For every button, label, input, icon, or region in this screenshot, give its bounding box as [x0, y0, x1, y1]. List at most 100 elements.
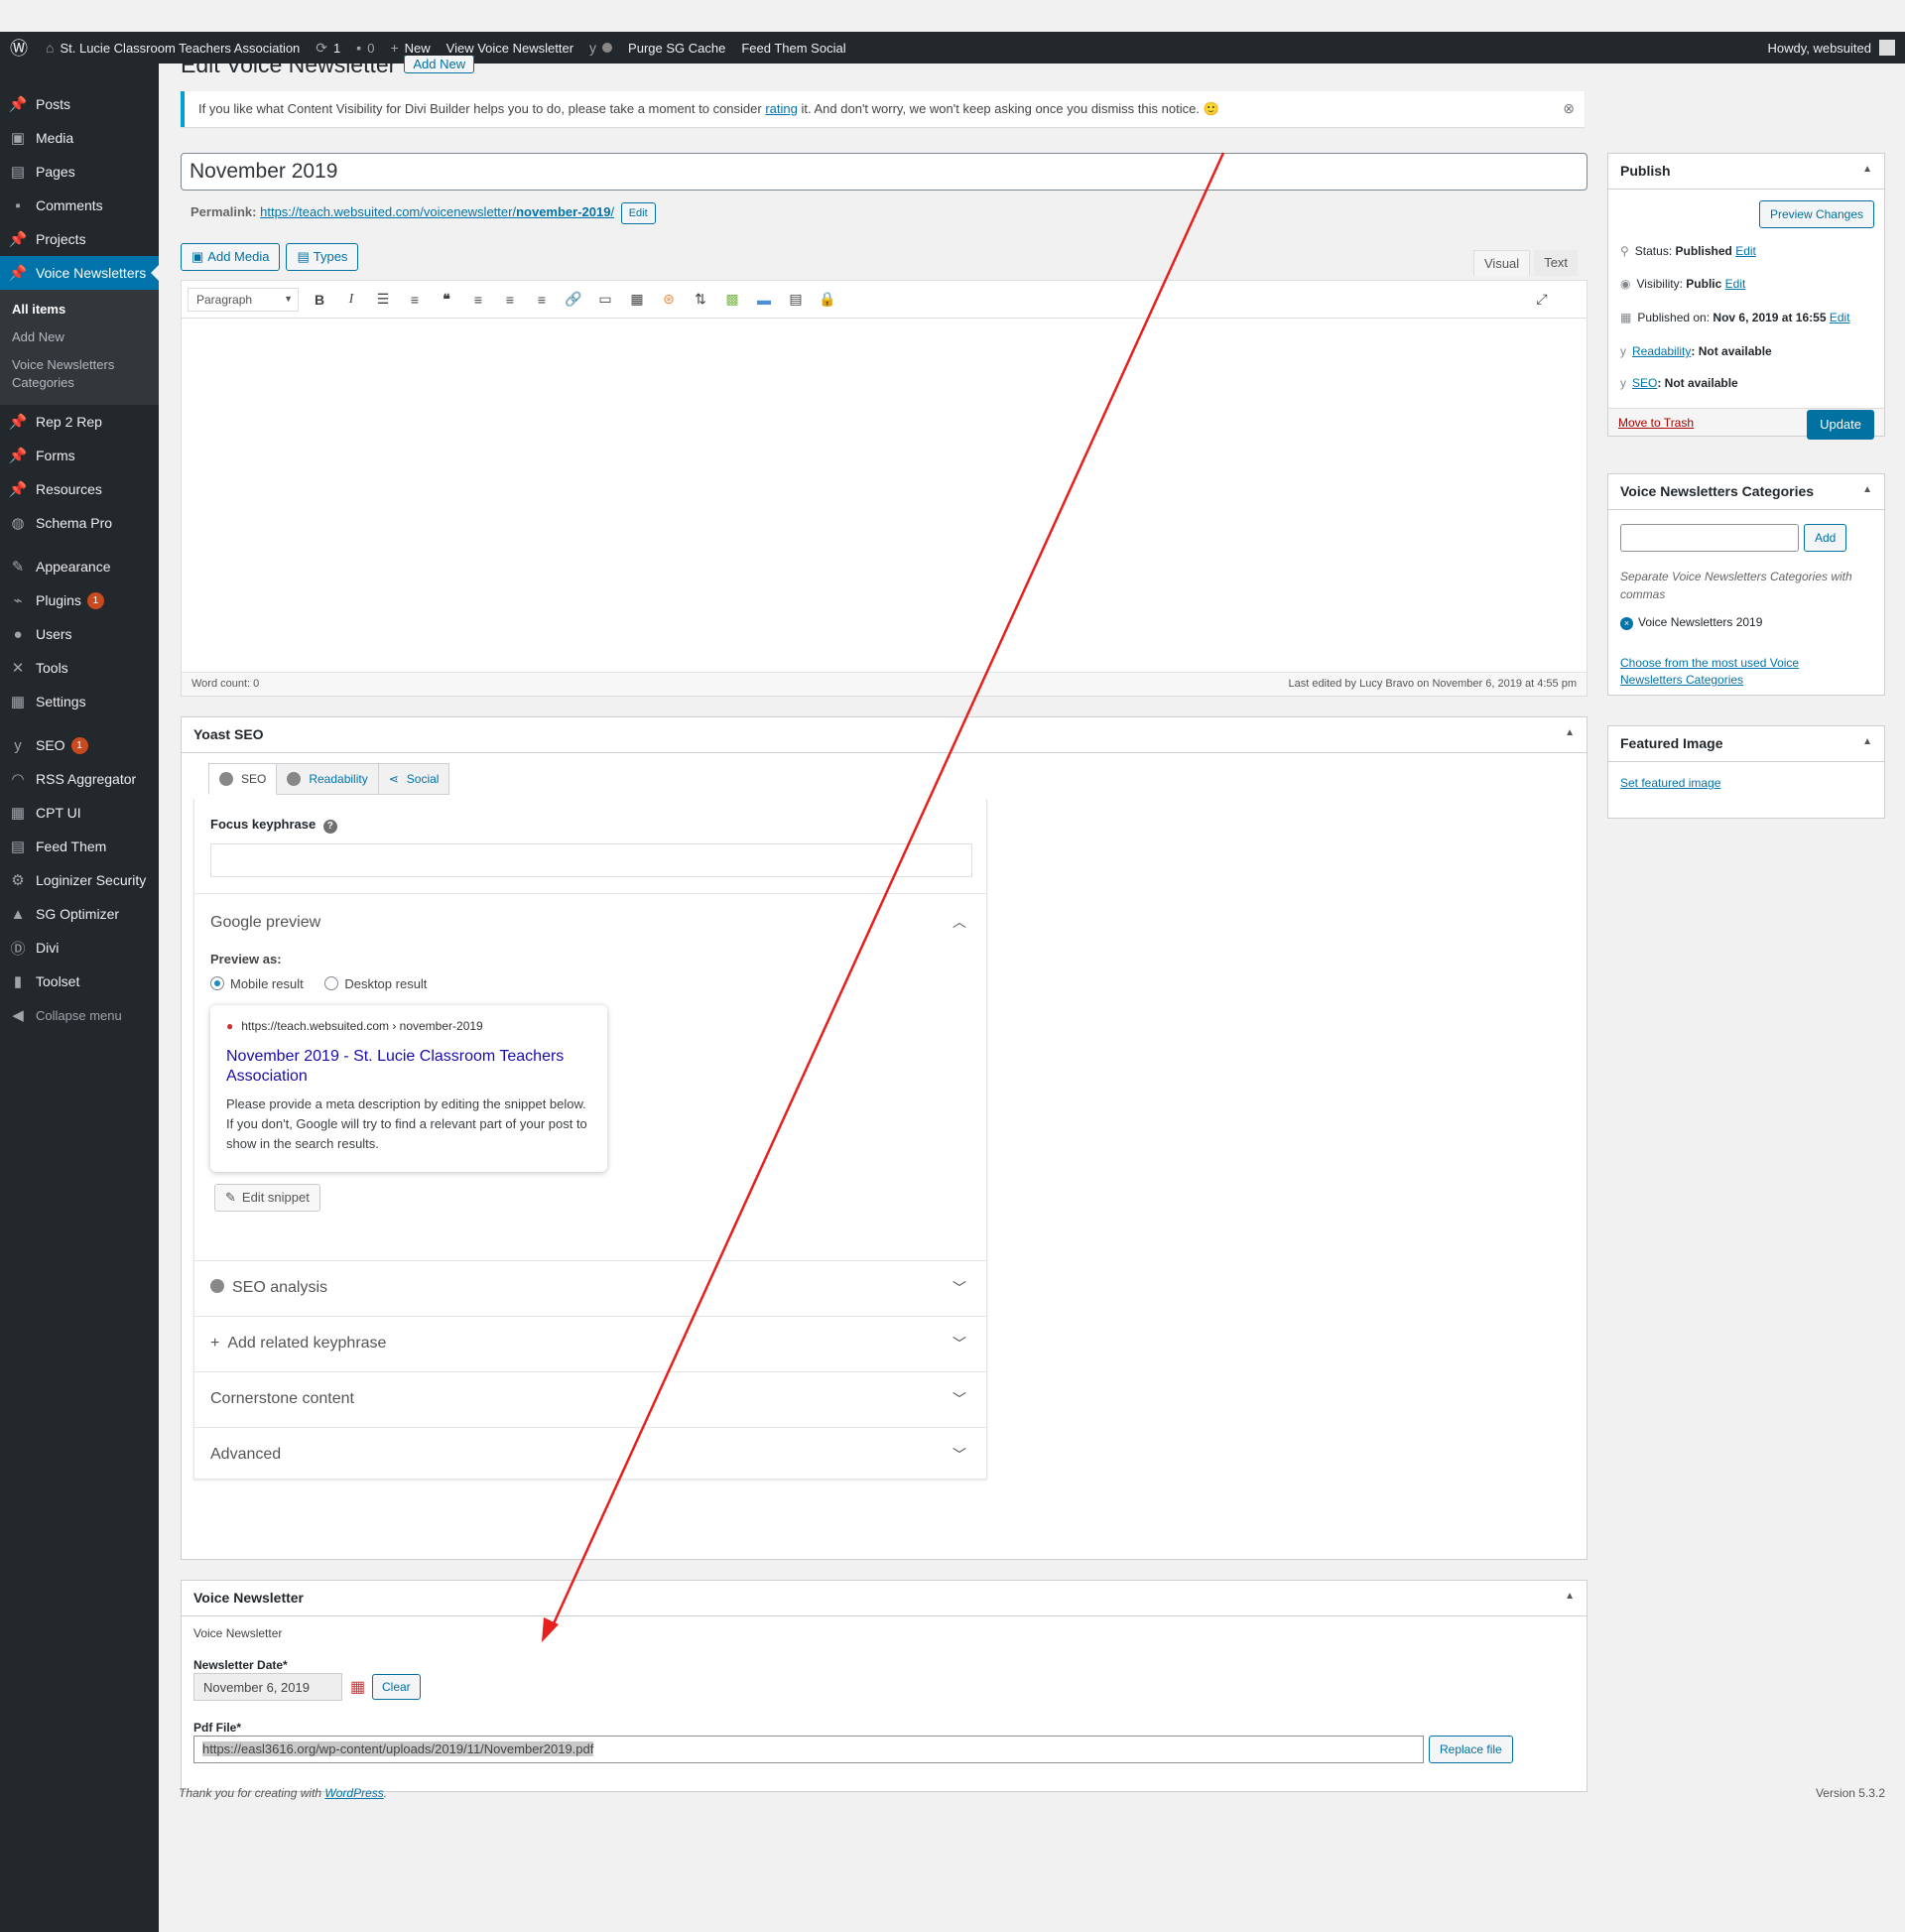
- tab-seo[interactable]: SEO: [208, 763, 278, 795]
- remove-tag-icon[interactable]: ×: [1620, 617, 1633, 630]
- set-featured-image-link[interactable]: Set featured image: [1620, 776, 1720, 790]
- publish-header[interactable]: Publish ▲: [1608, 154, 1884, 190]
- help-icon[interactable]: ?: [322, 820, 337, 834]
- update-button[interactable]: Update: [1807, 410, 1874, 440]
- sidebar-item-appearance[interactable]: ✎ Appearance: [0, 550, 159, 583]
- post-title-input[interactable]: November 2019: [181, 153, 1588, 191]
- date-input[interactable]: November 6, 2019: [193, 1673, 342, 1701]
- choose-most-used-link[interactable]: Choose from the most used Voice Newslett…: [1620, 655, 1858, 689]
- sidebar-item-posts[interactable]: 📌 Posts: [0, 87, 159, 121]
- sidebar-item-comments[interactable]: ▪ Comments: [0, 189, 159, 222]
- categories-header[interactable]: Voice Newsletters Categories ▲: [1608, 474, 1884, 510]
- rating-link[interactable]: rating: [765, 101, 798, 116]
- google-preview-header[interactable]: Google preview ︿: [194, 894, 986, 952]
- snippet-title[interactable]: November 2019 - St. Lucie Classroom Teac…: [226, 1047, 591, 1087]
- fullscreen-icon[interactable]: ⤢: [1533, 291, 1551, 308]
- dismiss-icon[interactable]: ⊗: [1563, 100, 1575, 117]
- link-icon[interactable]: 🔗: [565, 291, 582, 308]
- cornerstone-section[interactable]: Cornerstone content ﹀: [194, 1371, 986, 1427]
- featured-image-header[interactable]: Featured Image ▲: [1608, 726, 1884, 762]
- blockquote-icon[interactable]: ❝: [438, 291, 455, 308]
- status-edit-link[interactable]: Edit: [1735, 244, 1756, 258]
- lock-icon[interactable]: 🔒: [819, 291, 836, 308]
- divi-icon[interactable]: ⊛: [660, 291, 678, 308]
- sidebar-item-schema-pro[interactable]: ◍ Schema Pro: [0, 506, 159, 540]
- tab-social[interactable]: ⋖ Social: [378, 763, 450, 795]
- wordpress-logo-icon[interactable]: Ⓦ: [0, 32, 38, 64]
- sidebar-item-rep-2-rep[interactable]: 📌 Rep 2 Rep: [0, 405, 159, 439]
- sidebar-item-sg-optimizer[interactable]: ▲ SG Optimizer: [0, 897, 159, 931]
- sidebar-item-projects[interactable]: 📌 Projects: [0, 222, 159, 256]
- table-icon[interactable]: ▤: [787, 291, 805, 308]
- align-right-icon[interactable]: ≡: [533, 292, 551, 308]
- toolbar-toggle-icon[interactable]: ▦: [628, 291, 646, 308]
- focus-keyphrase-input[interactable]: [210, 843, 972, 877]
- readability-link[interactable]: Readability: [1632, 344, 1691, 358]
- move-to-trash-link[interactable]: Move to Trash: [1618, 416, 1694, 430]
- category-input[interactable]: [1620, 524, 1799, 552]
- add-category-button[interactable]: Add: [1804, 524, 1847, 552]
- submenu-add-new[interactable]: Add New: [0, 323, 159, 351]
- grid-color-icon[interactable]: ▩: [723, 291, 741, 308]
- sidebar-item-divi[interactable]: Ⓓ Divi: [0, 931, 159, 965]
- sidebar-item-seo[interactable]: y SEO 1: [0, 728, 159, 762]
- desktop-result-radio[interactable]: Desktop result: [324, 976, 427, 991]
- shortcode-icon[interactable]: ⇅: [692, 291, 709, 308]
- sidebar-item-rss-aggregator[interactable]: ◠ RSS Aggregator: [0, 762, 159, 796]
- sidebar-item-users[interactable]: ● Users: [0, 617, 159, 651]
- sidebar-item-resources[interactable]: 📌 Resources: [0, 472, 159, 506]
- bullet-list-icon[interactable]: ☰: [374, 291, 392, 308]
- advanced-section[interactable]: Advanced ﹀: [194, 1427, 986, 1482]
- sidebar-item-tools[interactable]: ✕ Tools: [0, 651, 159, 685]
- sidebar-item-pages[interactable]: ▤ Pages: [0, 155, 159, 189]
- sidebar-item-loginizer-security[interactable]: ⚙ Loginizer Security: [0, 863, 159, 897]
- sidebar-item-toolset[interactable]: ▮ Toolset: [0, 965, 159, 998]
- tab-text[interactable]: Text: [1534, 250, 1579, 276]
- edit-snippet-button[interactable]: ✎ Edit snippet: [214, 1184, 320, 1212]
- collapse-toggle-icon[interactable]: ▲: [1565, 727, 1575, 738]
- types-button[interactable]: ▤ Types: [286, 243, 359, 271]
- visibility-edit-link[interactable]: Edit: [1725, 277, 1746, 291]
- submenu-all-items[interactable]: All items: [0, 296, 159, 323]
- collapse-toggle-icon[interactable]: ▲: [1862, 484, 1872, 495]
- pdf-file-input[interactable]: https://easl3616.org/wp-content/uploads/…: [193, 1736, 1424, 1763]
- italic-icon[interactable]: I: [342, 292, 360, 308]
- calendar-icon[interactable]: ▦: [350, 1677, 365, 1697]
- permalink-edit-button[interactable]: Edit: [620, 202, 656, 224]
- tab-readability[interactable]: Readability: [277, 763, 379, 795]
- collapse-toggle-icon[interactable]: ▲: [1565, 1591, 1575, 1602]
- sidebar-item-feed-them[interactable]: ▤ Feed Them: [0, 830, 159, 863]
- purge-cache-link[interactable]: Purge SG Cache: [620, 32, 733, 64]
- replace-file-button[interactable]: Replace file: [1429, 1736, 1513, 1763]
- sidebar-item-media[interactable]: ▣ Media: [0, 121, 159, 155]
- sidebar-item-voice-newsletters[interactable]: 📌 Voice Newsletters: [0, 256, 159, 290]
- submenu-categories[interactable]: Voice Newsletters Categories: [0, 351, 159, 397]
- mobile-result-radio[interactable]: Mobile result: [210, 976, 304, 991]
- related-keyphrase-section[interactable]: + Add related keyphrase ﹀: [194, 1316, 986, 1371]
- sidebar-item-plugins[interactable]: ⌁ Plugins 1: [0, 583, 159, 617]
- permalink-link[interactable]: https://teach.websuited.com/voicenewslet…: [260, 204, 614, 219]
- preview-changes-button[interactable]: Preview Changes: [1758, 200, 1874, 228]
- tab-visual[interactable]: Visual: [1473, 250, 1531, 276]
- collapse-toggle-icon[interactable]: ▲: [1862, 164, 1872, 175]
- numbered-list-icon[interactable]: ≡: [406, 292, 424, 308]
- feed-them-link[interactable]: Feed Them Social: [733, 32, 853, 64]
- align-center-icon[interactable]: ≡: [501, 292, 519, 308]
- yoast-bar-icon[interactable]: y: [581, 32, 620, 64]
- sidebar-item-forms[interactable]: 📌 Forms: [0, 439, 159, 472]
- yoast-header[interactable]: Yoast SEO ▲: [182, 717, 1587, 753]
- date-edit-link[interactable]: Edit: [1830, 311, 1850, 324]
- align-left-icon[interactable]: ≡: [469, 292, 487, 308]
- add-media-button[interactable]: ▣ Add Media: [181, 243, 281, 271]
- more-tag-icon[interactable]: ▭: [596, 291, 614, 308]
- voice-newsletter-header[interactable]: Voice Newsletter ▲: [182, 1581, 1587, 1616]
- sidebar-item-settings[interactable]: ▦ Settings: [0, 685, 159, 718]
- layers-icon[interactable]: ▬: [755, 292, 773, 308]
- wordpress-link[interactable]: WordPress: [324, 1786, 383, 1800]
- seo-link[interactable]: SEO: [1632, 376, 1657, 390]
- sidebar-item-collapse-menu[interactable]: ◀ Collapse menu: [0, 998, 159, 1032]
- add-new-button[interactable]: Add New: [404, 56, 475, 73]
- editor-body[interactable]: [182, 319, 1587, 672]
- sidebar-item-cpt-ui[interactable]: ▦ CPT UI: [0, 796, 159, 830]
- collapse-toggle-icon[interactable]: ▲: [1862, 736, 1872, 747]
